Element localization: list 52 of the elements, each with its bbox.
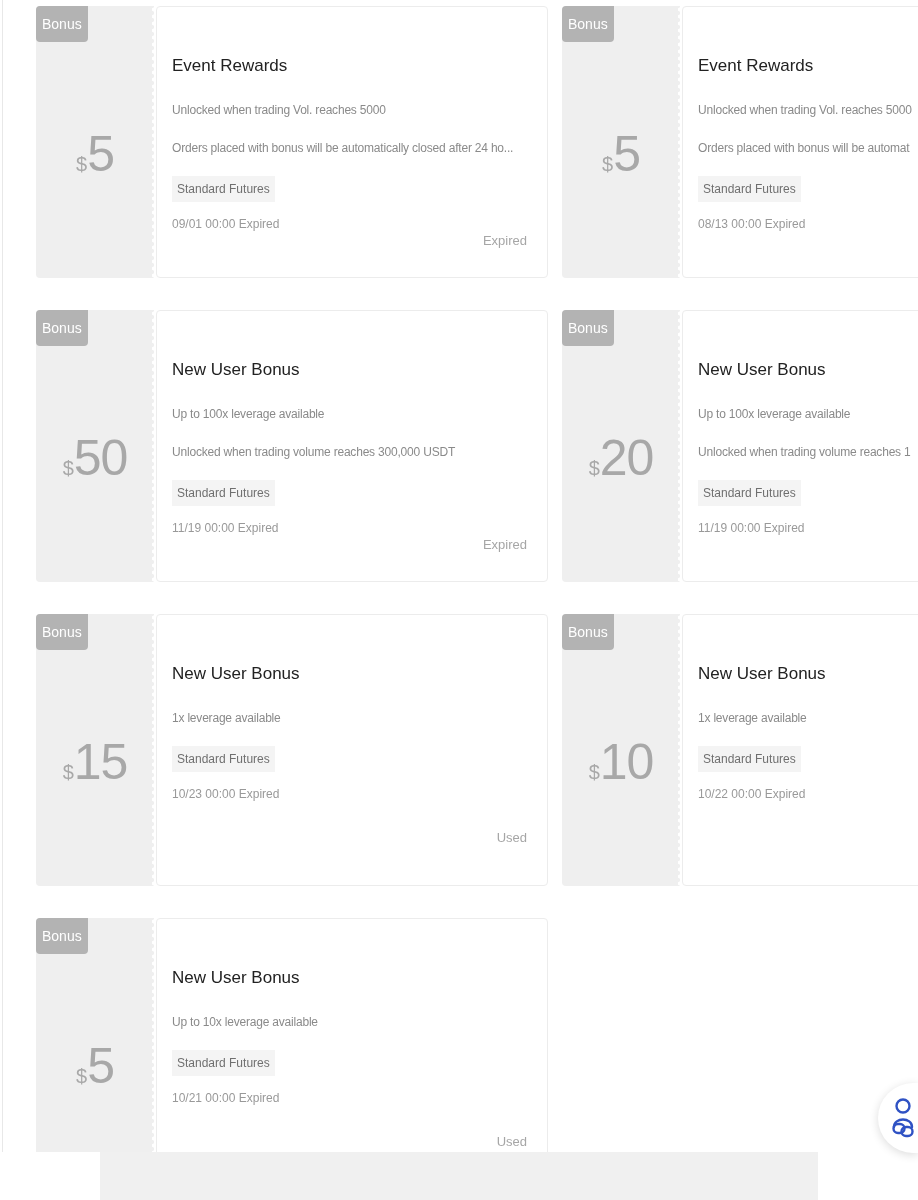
expiry-date: 09/01 00:00 Expired xyxy=(172,216,281,233)
coupon-condition: Unlocked when trading volume reaches 1 xyxy=(698,444,912,461)
coupon-title: New User Bonus xyxy=(698,663,827,685)
bonus-badge: Bonus xyxy=(562,310,614,346)
coupon-status: Used xyxy=(496,1134,527,1150)
product-tag: Standard Futures xyxy=(172,176,275,202)
coupon-title: New User Bonus xyxy=(698,359,827,381)
product-tag: Standard Futures xyxy=(172,1050,275,1076)
coupon-amount: $10 xyxy=(588,737,654,787)
coupon-amount: $20 xyxy=(588,433,654,483)
product-tag: Standard Futures xyxy=(172,480,275,506)
product-tag: Standard Futures xyxy=(698,746,801,772)
bonus-badge: Bonus xyxy=(36,6,88,42)
bonus-badge: Bonus xyxy=(36,614,88,650)
coupon-amount: $5 xyxy=(76,129,114,179)
expiry-date: 10/23 00:00 Expired xyxy=(172,786,281,803)
coupon-condition: Orders placed with bonus will be automatically closed after 24 ho... xyxy=(172,140,515,157)
coupon-condition: 1x leverage available xyxy=(698,710,808,727)
coupon-title: New User Bonus xyxy=(172,359,301,381)
product-tag: Standard Futures xyxy=(698,480,801,506)
expiry-date: 11/19 00:00 Expired xyxy=(698,520,806,537)
bonus-badge: Bonus xyxy=(36,918,88,954)
coupon-status: Expired xyxy=(482,233,527,249)
coupon-condition: Up to 100x leverage available xyxy=(698,406,852,423)
coupon-title: New User Bonus xyxy=(172,663,301,685)
user-link-icon xyxy=(892,1098,914,1138)
coupon-condition: Up to 10x leverage available xyxy=(172,1014,319,1031)
coupon-condition: Up to 100x leverage available xyxy=(172,406,326,423)
expiry-date: 08/13 00:00 Expired xyxy=(698,216,807,233)
coupon-title: New User Bonus xyxy=(172,967,301,989)
coupon-status: Used xyxy=(496,830,527,846)
coupon-title: Event Rewards xyxy=(698,55,815,77)
bonus-badge: Bonus xyxy=(562,614,614,650)
floating-button[interactable] xyxy=(878,1083,918,1153)
coupon-status: Expired xyxy=(482,537,527,553)
coupon-amount: $5 xyxy=(602,129,640,179)
product-tag: Standard Futures xyxy=(698,176,801,202)
coupon-condition: Unlocked when trading volume reaches 300,000 USDT xyxy=(172,444,457,461)
expiry-date: 10/21 00:00 Expired xyxy=(172,1090,281,1107)
coupon-condition: Orders placed with bonus will be automat xyxy=(698,140,911,157)
bonus-badge: Bonus xyxy=(562,6,614,42)
expiry-date: 10/22 00:00 Expired xyxy=(698,786,807,803)
coupon-amount: $5 xyxy=(76,1041,114,1091)
bonus-badge: Bonus xyxy=(36,310,88,346)
coupon-condition: 1x leverage available xyxy=(172,710,282,727)
coupon-condition: Unlocked when trading Vol. reaches 5000 xyxy=(698,102,913,119)
coupon-amount: $50 xyxy=(62,433,128,483)
coupon-amount: $15 xyxy=(62,737,128,787)
product-tag: Standard Futures xyxy=(172,746,275,772)
coupon-title: Event Rewards xyxy=(172,55,289,77)
expiry-date: 11/19 00:00 Expired xyxy=(172,520,280,537)
coupon-condition: Unlocked when trading Vol. reaches 5000 xyxy=(172,102,387,119)
